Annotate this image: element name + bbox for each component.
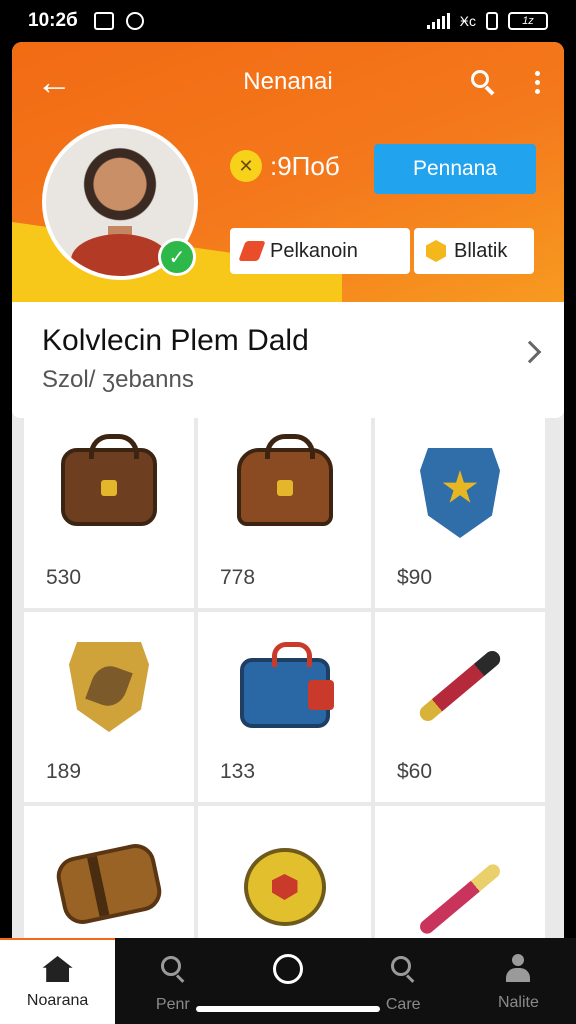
nav-label: Сare (385, 996, 421, 1013)
item-price: 530 (46, 566, 82, 589)
profile-header: ← Nenanai ✓ ✕ :9Поб Pennana Pelkanoin Bl… (12, 42, 564, 302)
grid-item-gold-pouch[interactable] (198, 806, 371, 938)
coin-icon: ✕ (230, 150, 262, 182)
home-icon (42, 956, 73, 982)
battery-level: 1z (522, 15, 534, 27)
notification-icon (125, 12, 144, 30)
grid-item-blue-case[interactable]: 133 (198, 612, 371, 802)
blue-shield-icon (420, 448, 500, 538)
signal-icon (426, 13, 450, 29)
item-price: 189 (46, 760, 82, 783)
grid-item-dark-wand[interactable]: $60 (375, 612, 545, 802)
badge-icon (426, 240, 446, 262)
collection-title: Kolvlecin Plem Dald (42, 324, 309, 357)
grid-item-brown-satchel[interactable]: 778 (198, 418, 371, 608)
sim-icon (486, 12, 498, 30)
person-icon (503, 954, 533, 984)
grid-item-blue-shield[interactable]: $90 (375, 418, 545, 608)
collection-card[interactable]: Kolvlecin Plem Dald Szоl/ ӡebanns (12, 302, 564, 418)
chip-button-2[interactable]: Bllatik (414, 228, 534, 274)
coin-balance: ✕ :9Поб (230, 150, 340, 182)
tag-icon (238, 241, 266, 261)
gold-shield-icon (69, 642, 149, 732)
chip-label-2: Bllatik (454, 239, 508, 262)
grid-item-pink-wand[interactable] (375, 806, 545, 938)
home-indicator[interactable] (196, 1006, 380, 1012)
search-icon (387, 954, 419, 986)
app-window: ← Nenanai ✓ ✕ :9Поб Pennana Pelkanoin Bl… (12, 42, 564, 938)
verified-check-icon: ✓ (158, 238, 196, 276)
item-price: $60 (397, 760, 433, 783)
grid-item-leather-roll[interactable] (24, 806, 194, 938)
nav-label: Noarana (26, 992, 89, 1009)
network-label: Ӿс (459, 13, 476, 29)
coin-amount: :9Поб (270, 150, 340, 181)
item-price: 133 (220, 760, 256, 783)
nav-label: Nalite (497, 994, 539, 1011)
blue-case-icon (239, 642, 334, 728)
satchel-icon (236, 434, 333, 526)
leather-roll-icon (53, 840, 165, 928)
grid-item-leather-bag[interactable]: 530 (24, 418, 194, 608)
nav-item-profile[interactable]: Nalite (461, 938, 576, 1024)
item-grid: 530 778 $90 189 133 $60 (24, 418, 546, 938)
search-icon (157, 954, 189, 986)
nav-label: Penr (155, 996, 190, 1013)
wand-icon (410, 642, 510, 725)
top-bar: ← Nenanai (12, 42, 564, 122)
leather-bag-icon (61, 434, 157, 526)
circle-icon (273, 954, 303, 984)
primary-action-button[interactable]: Pennana (374, 144, 536, 194)
status-right: Ӿс 1z (426, 12, 548, 30)
battery-icon: 1z (508, 12, 548, 30)
grid-item-gold-shield[interactable]: 189 (24, 612, 194, 802)
item-price: $90 (397, 566, 433, 589)
nav-item-home[interactable]: Noarana (0, 938, 116, 1024)
status-bar: 10:2б Ӿс 1z (0, 0, 576, 42)
status-time: 10:2б (28, 10, 78, 31)
search-icon[interactable] (469, 68, 497, 96)
chip-button-1[interactable]: Pelkanoin (230, 228, 410, 274)
item-price: 778 (220, 566, 256, 589)
gold-pouch-icon (243, 848, 326, 926)
status-left-icons (93, 12, 144, 30)
chip-label-1: Pelkanoin (270, 239, 358, 262)
collection-subtitle: Szоl/ ӡebanns (42, 366, 194, 393)
avatar[interactable]: ✓ (42, 124, 198, 280)
pink-wand-icon (410, 856, 510, 937)
gallery-icon (93, 12, 114, 30)
